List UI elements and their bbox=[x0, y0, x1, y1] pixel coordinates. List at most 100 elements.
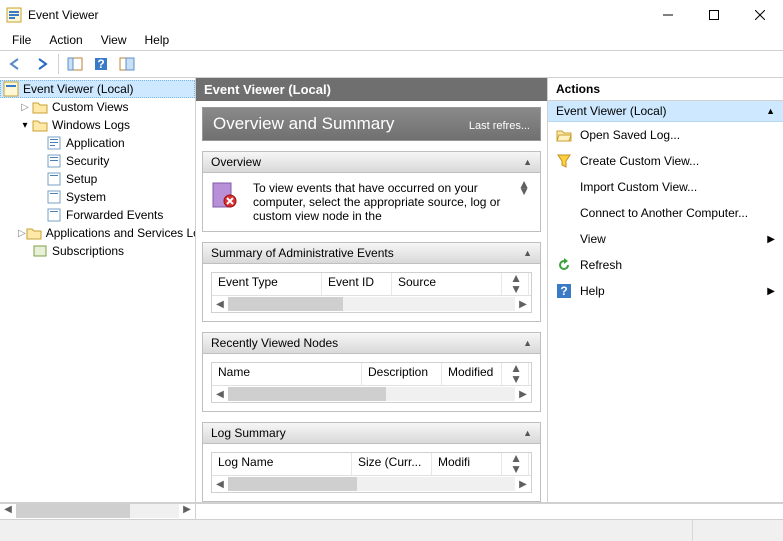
scroll-left-icon[interactable]: ◀ bbox=[212, 389, 228, 400]
subscriptions-icon bbox=[32, 243, 48, 259]
actions-header: Actions bbox=[548, 78, 783, 101]
properties-button[interactable] bbox=[115, 53, 139, 75]
section-logsummary: Log Summary ▲ Log Name Size (Curr... Mod… bbox=[202, 422, 541, 502]
action-label: Help bbox=[580, 284, 605, 298]
tree-windows-logs[interactable]: ▾ Windows Logs bbox=[0, 116, 195, 134]
col-source[interactable]: Source bbox=[392, 273, 502, 295]
folder-icon bbox=[26, 225, 42, 241]
col-description[interactable]: Description bbox=[362, 363, 442, 385]
navigation-tree[interactable]: Event Viewer (Local) ▷ Custom Views ▾ Wi… bbox=[0, 78, 196, 502]
action-help[interactable]: ? Help ▶ bbox=[548, 278, 783, 304]
expand-icon[interactable]: ▷ bbox=[18, 226, 26, 240]
action-create-custom-view[interactable]: Create Custom View... bbox=[548, 148, 783, 174]
col-modified[interactable]: Modifi bbox=[432, 453, 502, 475]
recent-table[interactable]: Name Description Modified ▲▼ ◀ ▶ bbox=[211, 362, 532, 403]
action-label: Open Saved Log... bbox=[580, 128, 680, 142]
toolbar-separator bbox=[58, 54, 59, 74]
app-icon bbox=[6, 7, 22, 23]
tree-log-forwarded[interactable]: Forwarded Events bbox=[0, 206, 195, 224]
scroll-updown[interactable]: ▲▼ bbox=[516, 181, 532, 195]
scroll-left-icon[interactable]: ◀ bbox=[212, 299, 228, 310]
action-refresh[interactable]: Refresh bbox=[548, 252, 783, 278]
col-event-type[interactable]: Event Type bbox=[212, 273, 322, 295]
log-icon bbox=[46, 189, 62, 205]
folder-icon bbox=[32, 99, 48, 115]
center-pane: Event Viewer (Local) Overview and Summar… bbox=[196, 78, 547, 502]
tree-app-services[interactable]: ▷ Applications and Services Lo bbox=[0, 224, 195, 242]
actions-context[interactable]: Event Viewer (Local) ▲ bbox=[548, 101, 783, 122]
scroll-updown[interactable]: ▲▼ bbox=[502, 363, 531, 385]
scroll-right-icon[interactable]: ▶ bbox=[179, 504, 195, 519]
menu-help[interactable]: Help bbox=[137, 31, 178, 49]
collapse-icon[interactable]: ▲ bbox=[523, 157, 532, 167]
scroll-right-icon[interactable]: ▶ bbox=[515, 299, 531, 310]
collapse-icon[interactable]: ▲ bbox=[523, 248, 532, 258]
tree-log-application[interactable]: Application bbox=[0, 134, 195, 152]
tree-log-security[interactable]: Security bbox=[0, 152, 195, 170]
col-log-name[interactable]: Log Name bbox=[212, 453, 352, 475]
collapse-icon[interactable]: ▲ bbox=[523, 428, 532, 438]
tree-root[interactable]: Event Viewer (Local) bbox=[0, 80, 195, 98]
expand-icon[interactable]: ▷ bbox=[18, 100, 32, 114]
blank-icon bbox=[556, 179, 572, 195]
main-area: Event Viewer (Local) ▷ Custom Views ▾ Wi… bbox=[0, 78, 783, 503]
scroll-right-icon[interactable]: ▶ bbox=[515, 389, 531, 400]
refresh-icon bbox=[556, 257, 572, 273]
banner-title: Overview and Summary bbox=[213, 114, 394, 134]
menu-view[interactable]: View bbox=[93, 31, 135, 49]
scroll-updown[interactable]: ▲▼ bbox=[502, 453, 531, 475]
action-connect[interactable]: Connect to Another Computer... bbox=[548, 200, 783, 226]
action-label: Import Custom View... bbox=[580, 180, 697, 194]
show-hide-tree-button[interactable] bbox=[63, 53, 87, 75]
action-import-custom-view[interactable]: Import Custom View... bbox=[548, 174, 783, 200]
scroll-left-icon[interactable]: ◀ bbox=[0, 504, 16, 519]
tree-label: Subscriptions bbox=[52, 244, 124, 258]
tree-root-label: Event Viewer (Local) bbox=[23, 82, 134, 96]
menu-file[interactable]: File bbox=[4, 31, 39, 49]
collapse-icon[interactable]: ▲ bbox=[523, 338, 532, 348]
tree-log-system[interactable]: System bbox=[0, 188, 195, 206]
chevron-up-icon[interactable]: ▲ bbox=[766, 106, 775, 116]
tree-label: Security bbox=[66, 154, 109, 168]
maximize-button[interactable] bbox=[691, 0, 737, 30]
action-view[interactable]: View ▶ bbox=[548, 226, 783, 252]
close-button[interactable] bbox=[737, 0, 783, 30]
scroll-updown[interactable]: ▲▼ bbox=[502, 273, 531, 295]
col-modified[interactable]: Modified bbox=[442, 363, 502, 385]
section-header[interactable]: Summary of Administrative Events ▲ bbox=[203, 243, 540, 264]
tree-h-scrollbar[interactable]: ◀ ▶ bbox=[0, 503, 783, 519]
logsum-table[interactable]: Log Name Size (Curr... Modifi ▲▼ ◀ ▶ bbox=[211, 452, 532, 493]
menu-action[interactable]: Action bbox=[41, 31, 90, 49]
section-title: Summary of Administrative Events bbox=[211, 246, 394, 260]
scroll-right-icon[interactable]: ▶ bbox=[515, 479, 531, 490]
h-scrollbar[interactable]: ◀ ▶ bbox=[212, 386, 531, 402]
action-open-saved-log[interactable]: Open Saved Log... bbox=[548, 122, 783, 148]
section-title: Overview bbox=[211, 155, 261, 169]
forward-button[interactable] bbox=[30, 53, 54, 75]
col-size[interactable]: Size (Curr... bbox=[352, 453, 432, 475]
tree-custom-views[interactable]: ▷ Custom Views bbox=[0, 98, 195, 116]
col-name[interactable]: Name bbox=[212, 363, 362, 385]
summary-table[interactable]: Event Type Event ID Source ▲▼ ◀ ▶ bbox=[211, 272, 532, 313]
folder-icon bbox=[32, 117, 48, 133]
section-overview: Overview ▲ To view events that have occu… bbox=[202, 151, 541, 232]
help-button[interactable]: ? bbox=[89, 53, 113, 75]
col-event-id[interactable]: Event ID bbox=[322, 273, 392, 295]
tree-label: System bbox=[66, 190, 106, 204]
tree-log-setup[interactable]: Setup bbox=[0, 170, 195, 188]
scroll-left-icon[interactable]: ◀ bbox=[212, 479, 228, 490]
back-button[interactable] bbox=[4, 53, 28, 75]
section-header[interactable]: Recently Viewed Nodes ▲ bbox=[203, 333, 540, 354]
h-scrollbar[interactable]: ◀ ▶ bbox=[212, 296, 531, 312]
log-icon bbox=[46, 153, 62, 169]
collapse-icon[interactable]: ▾ bbox=[18, 118, 32, 132]
spacer bbox=[18, 244, 32, 258]
minimize-button[interactable] bbox=[645, 0, 691, 30]
tree-label: Custom Views bbox=[52, 100, 128, 114]
tree-subscriptions[interactable]: Subscriptions bbox=[0, 242, 195, 260]
log-icon bbox=[46, 207, 62, 223]
section-header[interactable]: Overview ▲ bbox=[203, 152, 540, 173]
h-scrollbar[interactable]: ◀ ▶ bbox=[212, 476, 531, 492]
section-header[interactable]: Log Summary ▲ bbox=[203, 423, 540, 444]
section-title: Log Summary bbox=[211, 426, 286, 440]
